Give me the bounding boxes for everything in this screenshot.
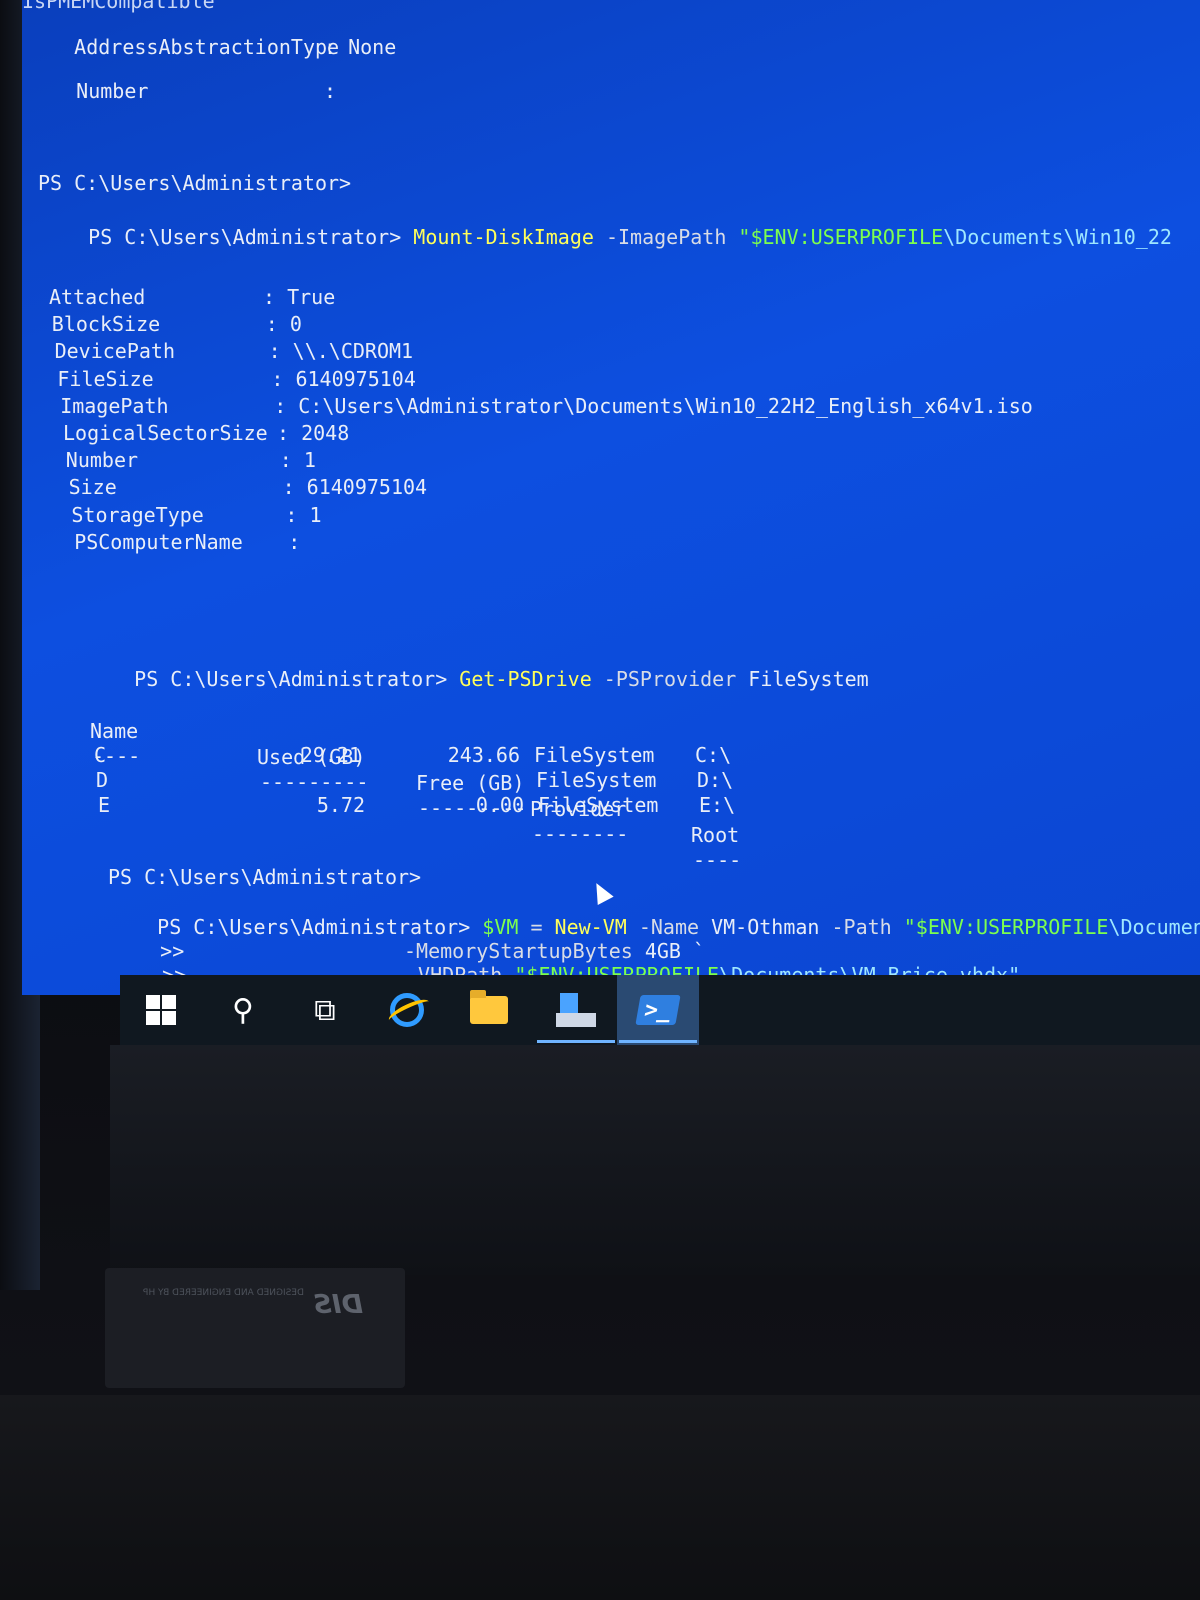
- property-value: : 1: [279, 448, 316, 473]
- table-cell-root: E:\: [699, 793, 736, 817]
- internet-explorer-button[interactable]: [366, 975, 448, 1045]
- output-line: Number:: [28, 52, 336, 130]
- property-label: FileSize: [57, 366, 154, 391]
- file-explorer-button[interactable]: [448, 975, 530, 1045]
- table-cell-name: C: [94, 743, 107, 767]
- property-value: : 2048: [277, 421, 350, 445]
- monitor-chin: [110, 1045, 1200, 1275]
- string-literal: \Documents\Win10_22: [943, 225, 1172, 249]
- command-line: PS C:\Users\Administrator> Get-PSDrive -…: [86, 640, 869, 718]
- line-continuation: `: [680, 939, 706, 963]
- property-label: Attached: [49, 285, 146, 309]
- argument: 4GB: [644, 939, 681, 963]
- table-cell-root: D:\: [697, 768, 734, 792]
- command-line: PS C:\Users\Administrator> Mount-DiskIma…: [40, 198, 1172, 276]
- property-label: ImagePath: [60, 393, 169, 418]
- column-header: Root: [691, 823, 740, 847]
- property-row: LogicalSectorSize : 2048: [63, 420, 349, 446]
- property-value: : C:\Users\Administrator\Documents\Win10…: [274, 393, 1033, 418]
- string-literal: \Documents": [1108, 915, 1200, 939]
- task-view-button[interactable]: ⧉: [284, 975, 366, 1045]
- table-cell-free: 243.66: [447, 743, 520, 767]
- property-label: DevicePath: [54, 339, 176, 364]
- prompt-line: PS C:\Users\Administrator>: [108, 865, 422, 889]
- prompt: PS C:\Users\Administrator>: [88, 225, 402, 249]
- property-label: Number: [65, 448, 139, 473]
- property-label: LogicalSectorSize: [63, 421, 268, 445]
- property-value: : 6140975104: [282, 475, 428, 500]
- file-explorer-icon: [470, 990, 508, 1024]
- property-value: : True: [263, 285, 336, 309]
- start-button[interactable]: [120, 975, 202, 1045]
- task-view-icon: ⧉: [314, 992, 336, 1028]
- property-value: : 6140975104: [271, 366, 416, 391]
- property-value: :: [324, 79, 337, 103]
- internet-explorer-icon: [390, 993, 424, 1027]
- separator: ----: [693, 848, 742, 872]
- separator: --------: [532, 822, 629, 846]
- powershell-icon: >_: [635, 995, 681, 1025]
- running-indicator: [619, 1040, 697, 1043]
- property-row: Attached : True: [49, 284, 335, 310]
- table-cell-provider: FileSystem: [536, 768, 657, 792]
- argument: FileSystem: [748, 667, 869, 691]
- parameter: -Path: [819, 915, 904, 939]
- property-row: DevicePath : \\.\CDROM1: [54, 338, 414, 364]
- string-literal: "$ENV:USERPROFILE: [738, 225, 944, 249]
- property-value: : None: [324, 35, 397, 59]
- search-icon: ⚲: [232, 992, 254, 1028]
- table-cell-used: 5.72: [316, 793, 365, 817]
- property-value: : 1: [285, 502, 322, 527]
- parameter: -PSProvider: [591, 667, 749, 691]
- property-label: PSComputerName: [74, 529, 243, 554]
- table-cell-name: D: [96, 768, 109, 792]
- property-label: BlockSize: [51, 312, 161, 337]
- parameter: -ImagePath: [593, 225, 739, 249]
- property-value: : 0: [265, 312, 302, 337]
- table-cell-provider: FileSystem: [538, 793, 659, 817]
- property-label: StorageType: [71, 502, 204, 527]
- prompt: PS C:\Users\Administrator>: [134, 667, 448, 691]
- powershell-console[interactable]: IsPMEMCompatible AddressAbstractionType:…: [22, 0, 1200, 995]
- table-cell-provider: FileSystem: [534, 743, 655, 767]
- property-row: BlockSize : 0: [51, 311, 302, 337]
- property-label: Size: [68, 475, 117, 500]
- property-row: ImagePath : C:\Users\Administrator\Docume…: [60, 393, 1033, 419]
- prompt-line: PS C:\Users\Administrator>: [38, 171, 352, 195]
- string-literal: "$ENV:USERPROFILE: [903, 915, 1109, 939]
- table-cell-free: 0.00: [475, 793, 524, 817]
- device-badge: DIS DESIGNED AND ENGINEERED BY HP: [105, 1268, 405, 1388]
- property-row: Number : 1: [65, 447, 316, 473]
- property-row: Size : 6140975104: [68, 474, 428, 500]
- property-label: Number: [76, 79, 149, 103]
- variable: $VM: [482, 915, 519, 939]
- parameter: -Name: [626, 915, 712, 939]
- powershell-button[interactable]: >_: [617, 975, 699, 1045]
- prompt: PS C:\Users\Administrator>: [157, 915, 471, 939]
- table-cell-used: 29.21: [300, 743, 361, 767]
- taskbar: ⚲ ⧉ >_: [120, 975, 1200, 1045]
- property-value: : \\.\CDROM1: [268, 339, 414, 364]
- property-row: PSComputerName:: [74, 529, 300, 555]
- badge-logo: DIS: [313, 1290, 363, 1320]
- cmdlet: New-VM: [554, 915, 627, 939]
- search-button[interactable]: ⚲: [202, 975, 284, 1045]
- parameter: -MemoryStartupBytes: [404, 939, 645, 963]
- property-row: FileSize : 6140975104: [57, 366, 416, 392]
- windows-start-icon: [146, 995, 176, 1025]
- cmdlet: Mount-DiskImage: [413, 225, 594, 249]
- argument: VM-Othman: [711, 915, 820, 939]
- operator: =: [518, 915, 555, 939]
- property-value: :: [288, 529, 301, 554]
- badge-text: DESIGNED AND ENGINEERED BY HP: [143, 1288, 304, 1298]
- desk-surface: [0, 1395, 1200, 1600]
- server-manager-icon: [556, 993, 596, 1027]
- property-row: StorageType : 1: [71, 502, 321, 528]
- cmdlet: Get-PSDrive: [459, 667, 592, 691]
- running-indicator: [537, 1040, 615, 1043]
- server-manager-button[interactable]: [535, 975, 617, 1045]
- table-cell-name: E: [98, 793, 111, 817]
- table-cell-root: C:\: [695, 743, 732, 767]
